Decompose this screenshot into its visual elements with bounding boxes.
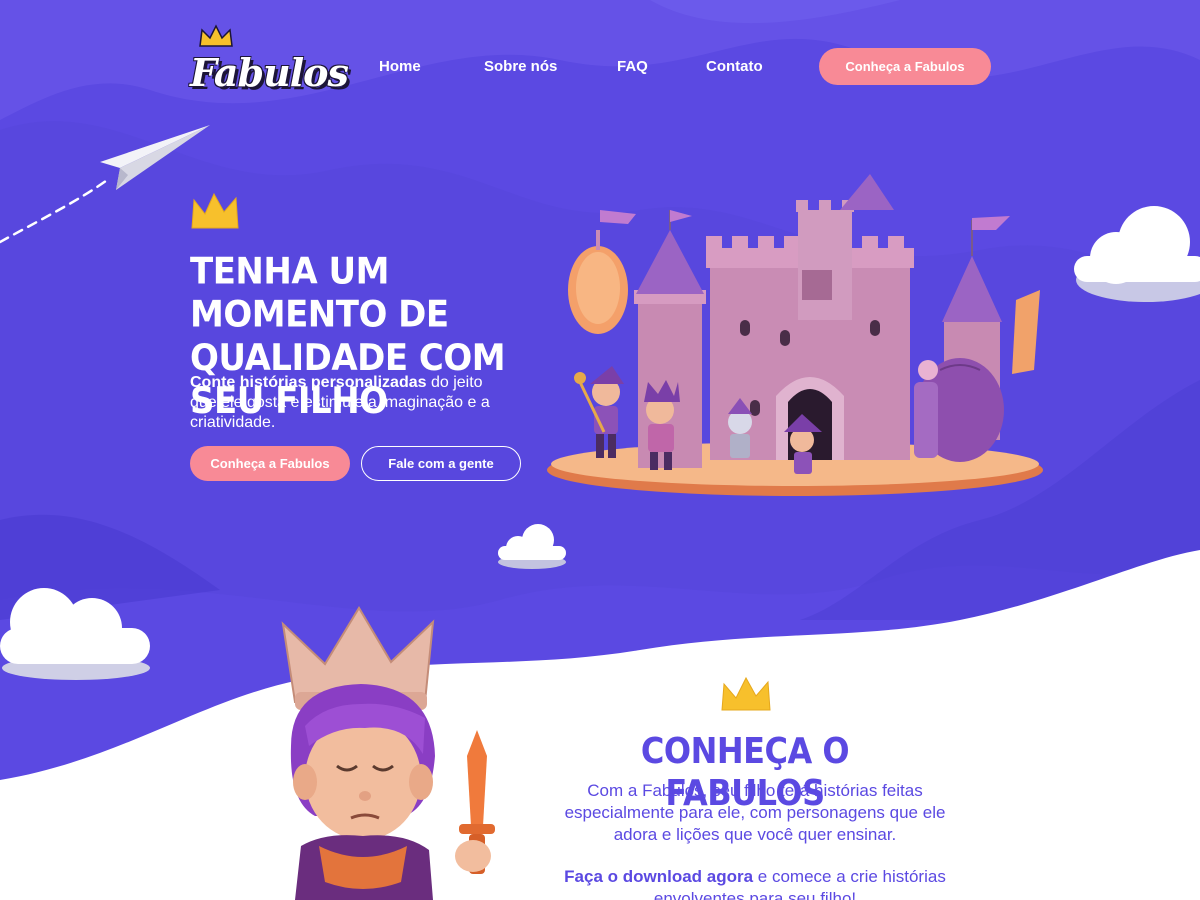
hero-primary-button[interactable]: Conheça a Fabulos (190, 446, 350, 481)
about-cta-bold: Faça o download agora (564, 867, 754, 886)
crown-icon (721, 676, 771, 711)
cloud-icon (0, 588, 150, 680)
nav-item-home[interactable]: Home (379, 58, 421, 75)
about-cta-text: Faça o download agora e comece a crie hi… (560, 866, 950, 900)
crown-icon (199, 24, 233, 47)
nav-item-sobre-nos[interactable]: Sobre nós (484, 58, 557, 75)
brand-logo[interactable]: Fabulos (190, 22, 349, 102)
king-character-illustration (281, 606, 495, 900)
paper-plane-icon (0, 125, 210, 244)
nav-item-faq[interactable]: FAQ (617, 58, 648, 75)
crown-icon (191, 192, 239, 229)
about-paragraph: Com a Fabulos, seu filho terá histórias … (564, 781, 946, 844)
nav-cta-button[interactable]: Conheça a Fabulos (819, 48, 991, 85)
cloud-icon (1074, 206, 1200, 302)
hero-secondary-button[interactable]: Fale com a gente (361, 446, 521, 481)
hero-section: Fabulos Home Sobre nós FAQ Contato Conhe… (0, 0, 1200, 900)
hero-description-bold: Conte histórias personalizadas (190, 374, 427, 391)
brand-name: Fabulos (190, 50, 349, 95)
hero-description: Conte histórias personalizadas do jeito … (190, 373, 510, 433)
nav-item-contato[interactable]: Contato (706, 58, 763, 75)
cloud-icon (498, 524, 566, 569)
castle-illustration (547, 174, 1043, 496)
